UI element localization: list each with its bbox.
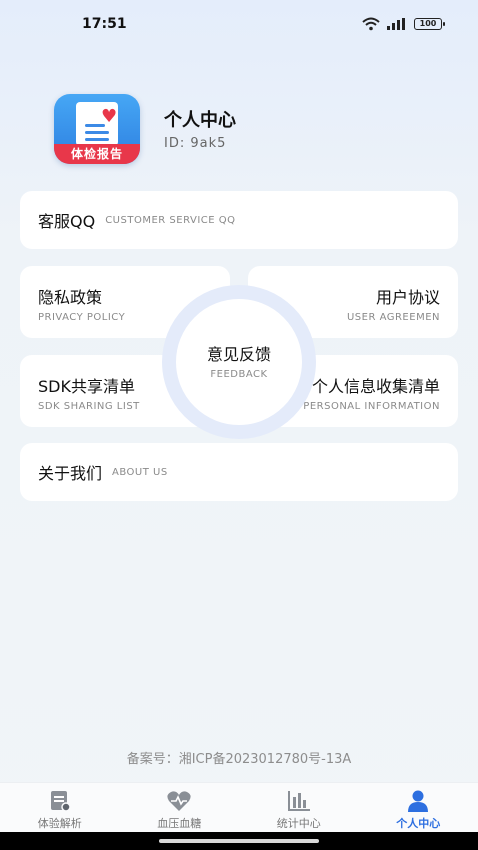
feedback-subtitle: FEEDBACK [210, 369, 268, 380]
user-id: ID: 9ak5 [164, 136, 227, 151]
system-nav-bar [0, 832, 478, 850]
customer-service-item[interactable]: 客服QQ CUSTOMER SERVICE QQ [20, 191, 458, 249]
heart-icon [167, 791, 191, 811]
customer-service-subtitle: CUSTOMER SERVICE QQ [105, 214, 236, 226]
about-us-item[interactable]: 关于我们 ABOUT US [20, 443, 458, 501]
page-title: 个人中心 [164, 110, 236, 131]
battery-icon: 100 [414, 18, 445, 30]
report-icon [50, 791, 71, 812]
tab-label: 个人中心 [396, 817, 441, 830]
tab-label: 体验解析 [37, 817, 82, 830]
tab-statistics[interactable]: 统计中心 [239, 783, 359, 833]
tab-profile[interactable]: 个人中心 [359, 783, 478, 833]
profile-header: ♥ 体检报告 个人中心 ID: 9ak5 [54, 94, 434, 164]
person-icon [408, 790, 429, 812]
tab-bar: 体验解析 血压血糖 统计中心 个人中心 [0, 782, 478, 833]
tab-report[interactable]: 体验解析 [0, 783, 120, 833]
feedback-button[interactable]: 意见反馈 FEEDBACK [162, 285, 316, 439]
tab-blood-pressure[interactable]: 血压血糖 [120, 783, 240, 833]
logo-text: 体检报告 [54, 144, 140, 164]
tab-label: 统计中心 [276, 817, 321, 830]
status-bar: 17:51 100 [0, 0, 478, 48]
app-logo: ♥ 体检报告 [54, 94, 140, 164]
status-icons: 100 [362, 17, 445, 31]
status-time: 17:51 [82, 16, 127, 32]
about-us-title: 关于我们 [38, 464, 103, 483]
wifi-icon [362, 17, 380, 31]
customer-service-title: 客服QQ [38, 212, 96, 231]
tab-label: 血压血糖 [157, 817, 202, 830]
home-indicator[interactable] [159, 839, 319, 843]
signal-icon [387, 18, 405, 30]
document-icon: ♥ [76, 102, 118, 146]
bar-chart-icon [287, 791, 310, 811]
about-us-subtitle: ABOUT US [112, 466, 168, 478]
icp-record: 备案号：湘ICP备2023012780号-13A [126, 752, 352, 767]
user-agreement-title: 用户协议 [375, 288, 440, 307]
feedback-title: 意见反馈 [206, 345, 271, 364]
